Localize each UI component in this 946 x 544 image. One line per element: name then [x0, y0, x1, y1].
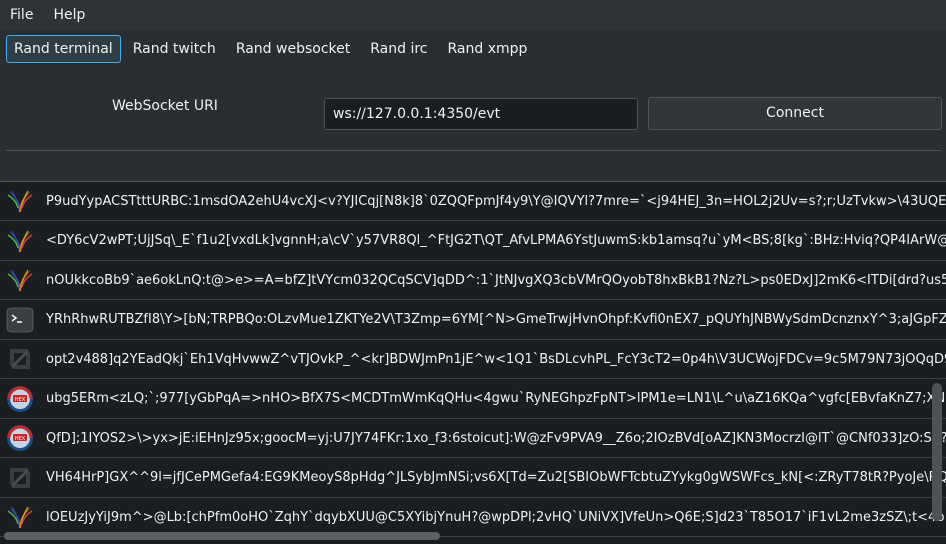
- svg-text:HEX: HEX: [15, 436, 26, 442]
- tab-rand-websocket[interactable]: Rand websocket: [228, 35, 358, 63]
- websocket-uri-label: WebSocket URI: [112, 98, 218, 114]
- network-icon: [4, 462, 36, 494]
- vertical-scrollbar[interactable]: [932, 383, 942, 521]
- log-row[interactable]: YRhRhwRUTBZfI8\Y>[bN;TRPBQo:OLzvMue1ZKTY…: [0, 301, 946, 340]
- svg-text:HEX: HEX: [15, 397, 26, 403]
- log-row[interactable]: opt2v488]q2YEadQkj`Eh1VqHvwwZ^vTJOvkP_^<…: [0, 340, 946, 379]
- divider: [6, 150, 941, 151]
- log-message: QfD];1IYOS2>\>yx>jE:iEHnJz95x;goocM=yj:U…: [46, 430, 946, 446]
- log-row[interactable]: nOUkkcoBb9`ae6okLnQ:t@>e>=A=bfZ]tVYcm032…: [0, 261, 946, 300]
- tab-rand-twitch[interactable]: Rand twitch: [125, 35, 224, 63]
- horizontal-scrollbar[interactable]: [4, 532, 440, 540]
- log-row[interactable]: HEX QfD];1IYOS2>\>yx>jE:iEHnJz95x;goocM=…: [0, 419, 946, 458]
- log-message: <DY6cV2wPT;UjJSq\_E`f1u2[vxdLk]vgnnH;a\c…: [46, 233, 946, 248]
- menubar: File Help: [0, 0, 946, 30]
- tab-rand-xmpp[interactable]: Rand xmpp: [440, 35, 536, 63]
- websocket-uri-input[interactable]: ws://127.0.0.1:4350/evt: [324, 98, 638, 130]
- log-message: nOUkkcoBb9`ae6okLnQ:t@>e>=A=bfZ]tVYcm032…: [46, 272, 946, 288]
- log-row[interactable]: P9udYypACSTtttURBC:1msdOA2ehU4vcXJ<v?YJI…: [0, 182, 946, 221]
- tab-rand-irc[interactable]: Rand irc: [362, 35, 435, 63]
- terminal-icon: [4, 304, 36, 336]
- tab-rand-terminal[interactable]: Rand terminal: [6, 35, 121, 63]
- menu-help[interactable]: Help: [43, 0, 95, 30]
- network-icon: [4, 343, 36, 375]
- log-message: VH64HrP]GX^^9l=jfJCePMGefa4:EG9KMeoyS8pH…: [46, 470, 946, 485]
- log-row[interactable]: VH64HrP]GX^^9l=jfJCePMGefa4:EG9KMeoyS8pH…: [0, 459, 946, 498]
- log-message: P9udYypACSTtttURBC:1msdOA2ehU4vcXJ<v?YJI…: [46, 193, 946, 209]
- log-row[interactable]: HEX ubg5ERm<zLQ;`;977[yGbPqA=>nHO>BfX7S<…: [0, 380, 946, 419]
- feather-icon: [4, 501, 36, 533]
- log-message: opt2v488]q2YEadQkj`Eh1VqHvwwZ^vTJOvkP_^<…: [46, 351, 946, 367]
- log-message: YRhRhwRUTBZfI8\Y>[bN;TRPBQo:OLzvMue1ZKTY…: [46, 312, 946, 327]
- log-row[interactable]: <DY6cV2wPT;UjJSq\_E`f1u2[vxdLk]vgnnH;a\c…: [0, 222, 946, 261]
- feather-icon: [4, 264, 36, 296]
- hexchat-icon: HEX: [4, 422, 36, 454]
- feather-icon: [4, 185, 36, 217]
- event-log-list[interactable]: P9udYypACSTtttURBC:1msdOA2ehU4vcXJ<v?YJI…: [0, 181, 946, 544]
- log-message: lOEUzJyYiJ9m^>@Lb:[chPfm0oHO`ZqhY`dqybXU…: [46, 509, 946, 525]
- connect-button[interactable]: Connect: [648, 97, 942, 130]
- tab-bar: Rand terminal Rand twitch Rand websocket…: [0, 34, 539, 64]
- log-message: ubg5ERm<zLQ;`;977[yGbPqA=>nHO>BfX7S<MCDT…: [46, 391, 946, 406]
- menu-file[interactable]: File: [0, 0, 43, 30]
- feather-icon: [4, 225, 36, 257]
- hexchat-icon: HEX: [4, 383, 36, 415]
